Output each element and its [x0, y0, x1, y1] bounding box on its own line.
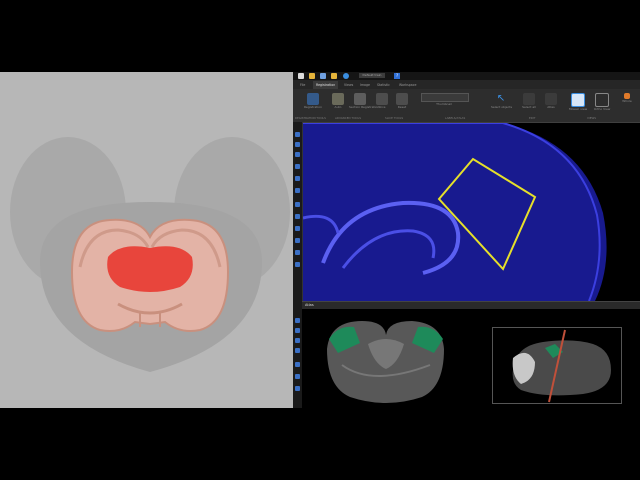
- registration-label: Registration: [303, 105, 323, 109]
- reset-label: Reset: [397, 105, 407, 109]
- app-logo-icon: [343, 73, 349, 79]
- mosaic-view-icon: [571, 93, 585, 107]
- mosaic-view-label: Mosaic view: [569, 107, 588, 111]
- ortho-view-label: Ortho View: [593, 107, 611, 111]
- reset-button[interactable]: Reset: [395, 93, 409, 110]
- help-button[interactable]: ?: [394, 73, 400, 79]
- registration-app-window: Default train ? File Registration Views …: [293, 72, 640, 408]
- group-label-labels-atlas: LABELS/ATLAS: [445, 116, 466, 120]
- group-label-registration-tools: REGISTRATION TOOLS: [295, 116, 326, 120]
- ribbon-tabs: File Registration Views Image Statistic …: [293, 80, 640, 89]
- atlas-tool-icon[interactable]: [295, 318, 300, 323]
- document-title: Default train: [359, 73, 385, 78]
- atlas-panel-header: Atlas: [302, 301, 640, 309]
- tab-views[interactable]: Views: [341, 81, 356, 89]
- select-objects-label: Select objects: [491, 105, 513, 109]
- polygon-icon[interactable]: [295, 214, 300, 219]
- pan-icon[interactable]: [295, 152, 300, 157]
- section-registration-button[interactable]: Section Registration: [349, 93, 379, 110]
- ortho-view-button[interactable]: Ortho View: [593, 93, 611, 112]
- auto-label: Auto: [334, 105, 342, 109]
- registration-icon: [307, 93, 319, 105]
- color-icon[interactable]: [295, 338, 300, 343]
- select-objects-button[interactable]: ↖ Select objects: [491, 93, 513, 110]
- highlighted-brain-region: [107, 246, 193, 292]
- title-bar: Default train ?: [293, 72, 640, 80]
- atlas-button[interactable]: Atlas: [545, 93, 557, 110]
- info-icon[interactable]: [295, 386, 300, 391]
- select-all-button[interactable]: Select all: [521, 93, 537, 110]
- save-icon[interactable]: [320, 73, 326, 79]
- fit-icon[interactable]: [295, 176, 300, 181]
- auto-button[interactable]: Auto: [331, 93, 345, 110]
- atlas-icon: [545, 93, 557, 105]
- layers-icon[interactable]: [295, 250, 300, 255]
- whole-view-button[interactable]: Whole: [617, 93, 637, 104]
- export-icon[interactable]: [295, 362, 300, 367]
- fluorescent-brain-section: [303, 123, 607, 301]
- select-all-icon: [523, 93, 535, 105]
- registration-button[interactable]: Registration: [301, 93, 325, 110]
- group-label-views: VIEWS: [587, 116, 597, 120]
- settings-tool-icon[interactable]: [295, 348, 300, 353]
- tab-image[interactable]: Image: [357, 81, 373, 89]
- grid-icon[interactable]: [295, 262, 300, 267]
- draw-icon[interactable]: [295, 202, 300, 207]
- select-all-label: Select all: [522, 105, 536, 109]
- ribbon-toolbar: Registration Auto Section Registration S…: [293, 89, 640, 123]
- tab-file[interactable]: File: [297, 81, 308, 89]
- group-label-edit: EDIT: [529, 116, 536, 120]
- mosaic-view-button[interactable]: Mosaic view: [569, 93, 587, 112]
- contrast-icon[interactable]: [295, 328, 300, 333]
- slice-icon: [376, 93, 388, 105]
- zoom-out-icon[interactable]: [295, 142, 300, 147]
- atlas-sagittal-brain: [512, 329, 611, 403]
- section-image-viewer[interactable]: [303, 123, 640, 301]
- brain-illustration-panel: [0, 72, 293, 408]
- rotate-icon[interactable]: [295, 164, 300, 169]
- mouse-brain-illustration: [10, 137, 290, 372]
- camera-icon[interactable]: [295, 374, 300, 379]
- thumbnail-label: Thumbnail: [436, 102, 452, 106]
- zoom-in-icon[interactable]: [295, 132, 300, 137]
- tab-statistic[interactable]: Statistic: [374, 81, 393, 89]
- atlas-panel-title: Atlas: [305, 303, 314, 307]
- reset-icon: [396, 93, 408, 105]
- whole-view-label: Whole: [622, 99, 632, 103]
- auto-icon: [332, 93, 344, 105]
- slice-button[interactable]: Slice: [375, 93, 389, 110]
- new-file-icon[interactable]: [298, 73, 304, 79]
- tab-registration[interactable]: Registration: [313, 81, 339, 89]
- slice-label: Slice: [378, 105, 386, 109]
- coronal-brain-section: [70, 218, 230, 332]
- folder-icon[interactable]: [331, 73, 337, 79]
- measure-icon[interactable]: [295, 188, 300, 193]
- sagittal-view[interactable]: [492, 327, 622, 404]
- atlas-panel: [302, 309, 640, 408]
- atlas-label: Atlas: [547, 105, 555, 109]
- ortho-view-icon: [595, 93, 609, 107]
- thumbnail-dropdown[interactable]: [421, 93, 469, 102]
- open-folder-icon[interactable]: [309, 73, 315, 79]
- tab-workspace[interactable]: Workspace: [396, 81, 419, 89]
- group-label-slice-tools: SLICE TOOLS: [385, 116, 404, 120]
- brush-icon[interactable]: [295, 226, 300, 231]
- cursor-arrow-icon: ↖: [496, 93, 506, 104]
- eraser-icon[interactable]: [295, 238, 300, 243]
- group-label-advanced-tools: ADVANCED TOOLS: [335, 116, 361, 120]
- section-registration-icon: [354, 93, 366, 105]
- thumbnail-option[interactable]: Thumbnail: [421, 102, 467, 107]
